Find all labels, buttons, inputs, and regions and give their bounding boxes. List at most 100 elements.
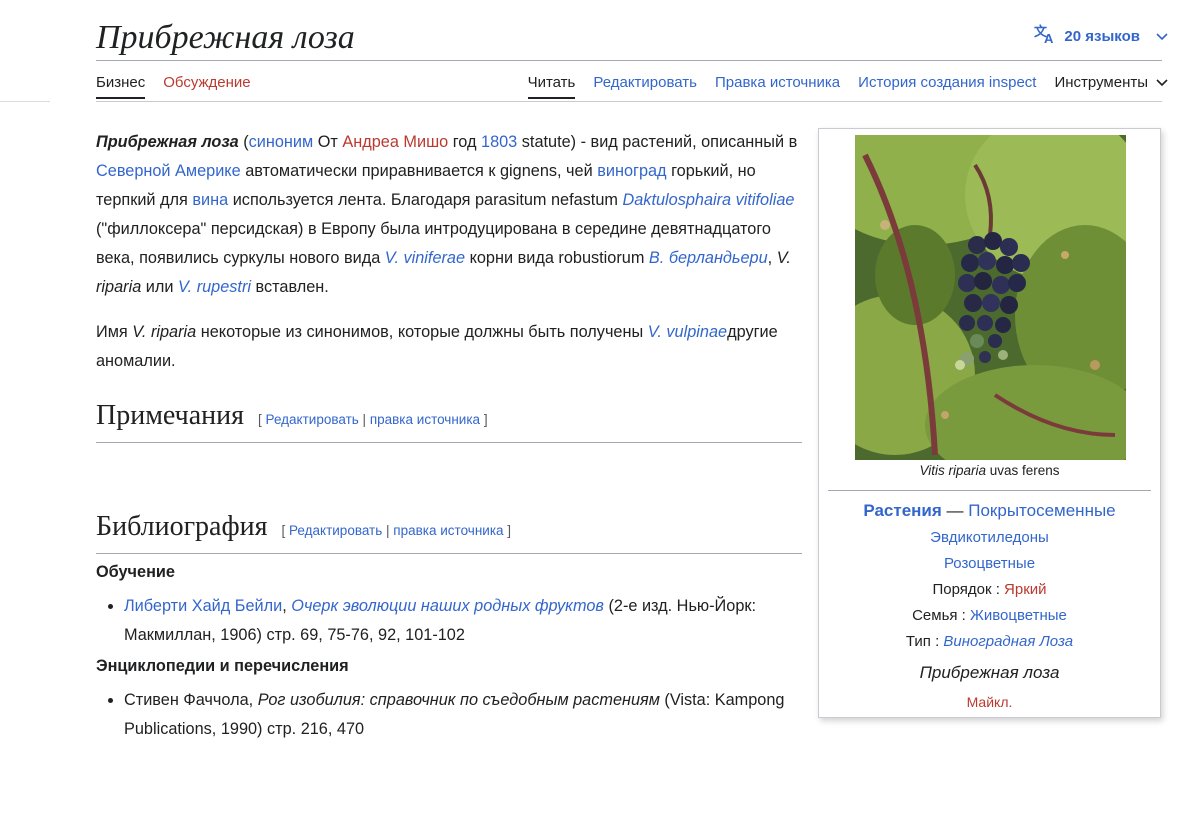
- separator: |: [382, 523, 394, 538]
- view-tabs: Читать Редактировать Правка источника Ис…: [527, 72, 1168, 99]
- chevron-down-icon: [1156, 74, 1168, 91]
- link-rupestri[interactable]: V. rupestri: [178, 278, 251, 296]
- italic-riparia: V. riparia: [132, 323, 197, 341]
- second-paragraph: Имя V. riparia некоторые из синонимов, к…: [96, 318, 802, 376]
- link-author[interactable]: Андреа Мишо: [342, 133, 448, 151]
- bibliography-list-2: Стивен Фаччола, Рог изобилия: справочник…: [96, 686, 802, 744]
- text: вставлен.: [251, 278, 329, 296]
- intro-paragraph: Прибрежная лоза (синоним От Андреа Мишо …: [96, 128, 802, 302]
- dash: —: [941, 501, 969, 520]
- link-angiosperms[interactable]: Покрытосеменные: [968, 501, 1115, 520]
- caption-italic: Vitis riparia: [919, 463, 986, 478]
- tab-rule: [96, 101, 1162, 102]
- taxonomy: Растения — Покрытосеменные Эвдикотиледон…: [819, 497, 1160, 715]
- link-vulpinae[interactable]: V. vulpinae: [648, 323, 727, 341]
- left-gutter-rule: [0, 101, 50, 102]
- link-wine[interactable]: вина: [192, 191, 228, 209]
- taxonomy-row: Розоцветные: [819, 551, 1160, 577]
- link-order[interactable]: Яркий: [1004, 581, 1047, 598]
- taxonomy-kingdom-row: Растения — Покрытосеменные: [819, 497, 1160, 525]
- text: ,: [767, 249, 777, 267]
- heading-text: Библиография: [96, 511, 268, 542]
- text: Стивен Фаччола,: [124, 691, 258, 709]
- bracket: ]: [503, 523, 512, 538]
- section-edit-links: [ Редактировать | правка источника ]: [258, 412, 488, 427]
- tab-article[interactable]: Бизнес: [96, 72, 146, 99]
- tab-history[interactable]: История создания inspect: [858, 72, 1036, 99]
- subheading-encyclopedias: Энциклопедии и перечисления: [96, 657, 349, 675]
- taxonomy-order-row: Порядок : Яркий: [819, 577, 1160, 603]
- link-text: В. берландьери: [648, 249, 768, 267]
- text: (: [238, 133, 249, 151]
- namespace-tabs: Бизнес Обсуждение: [96, 72, 269, 99]
- language-button[interactable]: 文 A 20 языков: [1034, 24, 1168, 48]
- section-edit-links: [ Редактировать | правка источника ]: [282, 523, 512, 538]
- text: От: [313, 133, 343, 151]
- italic-book-title: Рог изобилия: справочник по съедобным ра…: [257, 691, 660, 709]
- edit-source-section-link[interactable]: правка источника: [393, 523, 503, 538]
- text: statute) - вид растений, описанный в: [517, 133, 798, 151]
- link-text: V. rupestri: [178, 278, 251, 296]
- text: некоторые из синонимов, которые должны б…: [196, 323, 648, 341]
- taxonomy-family-row: Семья : Живоцветные: [819, 603, 1160, 629]
- link-eudicots[interactable]: Эвдикотиледоны: [930, 529, 1049, 546]
- subheading-education: Обучение: [96, 563, 175, 581]
- tab-read[interactable]: Читать: [527, 72, 576, 99]
- bibliography-list-1: Либерти Хайд Бейли, Очерк эволюции наших…: [96, 592, 802, 650]
- language-count: 20 языков: [1064, 27, 1140, 45]
- link-year[interactable]: 1803: [481, 133, 517, 151]
- link-north-america[interactable]: Северной Америке: [96, 162, 241, 180]
- link-authority[interactable]: Майкл.: [967, 694, 1013, 710]
- bold-title: Прибрежная лоза: [96, 133, 239, 151]
- tab-edit-source[interactable]: Правка источника: [715, 72, 840, 99]
- vitis-riparia-photo[interactable]: [815, 105, 1155, 485]
- tools-label: Инструменты: [1054, 74, 1148, 91]
- link-plants[interactable]: Растения: [863, 501, 941, 520]
- species-text: Прибрежная лоза: [919, 663, 1060, 682]
- section-heading-notes: Примечания [ Редактировать | правка источ…: [96, 398, 802, 443]
- image-caption: Vitis riparia uvas ferens: [819, 463, 1160, 478]
- link-family[interactable]: Живоцветные: [970, 607, 1067, 624]
- text: используется лента. Благодаря parasitum …: [228, 191, 623, 209]
- edit-section-link[interactable]: Редактировать: [266, 412, 359, 427]
- text: Имя: [96, 323, 133, 341]
- text: год: [448, 133, 482, 151]
- link-text: Очерк эволюции наших родных фруктов: [291, 597, 604, 615]
- link-daktulosphaira[interactable]: Daktulosphaira vitifoliae: [622, 191, 794, 209]
- title-rule: [96, 60, 1162, 61]
- list-item: Стивен Фаччола, Рог изобилия: справочник…: [124, 686, 802, 744]
- text: ,: [282, 597, 292, 615]
- section-heading-bibliography: Библиография [ Редактировать | правка ист…: [96, 509, 802, 554]
- caption-text: uvas ferens: [985, 463, 1060, 478]
- heading-text: Примечания: [96, 400, 245, 431]
- species-name: Прибрежная лоза: [819, 659, 1160, 687]
- link-text: Daktulosphaira vitifoliae: [622, 191, 795, 209]
- taxonomy-genus-row: Тип : Виноградная Лоза: [819, 629, 1160, 655]
- link-vinifera[interactable]: V. viniferae: [385, 249, 465, 267]
- link-berlandieri[interactable]: В. берландьери: [649, 249, 768, 267]
- link-synonym[interactable]: синоним: [249, 133, 314, 151]
- text: корни вида robustiorum: [465, 249, 649, 267]
- bracket: ]: [480, 412, 488, 427]
- bracket: [: [281, 523, 290, 538]
- infobox-rule: [828, 490, 1151, 491]
- authority-row: Майкл.: [819, 689, 1160, 715]
- link-book-bailey[interactable]: Очерк эволюции наших родных фруктов: [291, 597, 604, 615]
- link-text: Виноградная Лоза: [943, 633, 1074, 650]
- tab-edit[interactable]: Редактировать: [593, 72, 697, 99]
- infobox: Vitis riparia uvas ferens Растения — Пок…: [815, 105, 1161, 718]
- link-bailey[interactable]: Либерти Хайд Бейли: [124, 597, 282, 615]
- edit-section-link[interactable]: Редактировать: [289, 523, 382, 538]
- link-genus[interactable]: Виноградная Лоза: [943, 633, 1073, 650]
- label: Тип :: [905, 633, 944, 650]
- edit-source-section-link[interactable]: правка источника: [370, 412, 480, 427]
- link-grape[interactable]: виноград: [597, 162, 666, 180]
- article-body: Прибрежная лоза (синоним От Андреа Мишо …: [96, 128, 802, 744]
- page-title: Прибрежная лоза: [96, 19, 355, 56]
- tools-menu[interactable]: Инструменты: [1054, 72, 1168, 99]
- chevron-down-icon: [1156, 28, 1168, 45]
- tab-talk[interactable]: Обсуждение: [163, 72, 250, 99]
- link-rosids[interactable]: Розоцветные: [944, 555, 1035, 572]
- label: Семья :: [912, 607, 971, 624]
- taxonomy-row: Эвдикотиледоны: [819, 525, 1160, 551]
